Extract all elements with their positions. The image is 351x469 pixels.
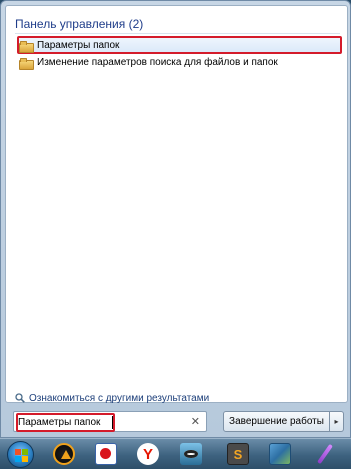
result-item-label: Параметры папок: [37, 40, 120, 51]
category-title: Панель управления (2): [15, 17, 144, 31]
search-results-panel: Панель управления (2) Параметры папок Из…: [5, 5, 348, 405]
more-results-label: Ознакомиться с другими результатами: [29, 392, 210, 404]
search-input[interactable]: [18, 414, 188, 430]
shutdown-options-arrow[interactable]: ▸: [330, 411, 344, 432]
shutdown-button[interactable]: Завершение работы: [223, 411, 330, 432]
start-orb-icon[interactable]: [7, 441, 34, 468]
aimp-icon[interactable]: [53, 443, 75, 465]
text-caret: [112, 416, 113, 429]
photos-icon[interactable]: [269, 443, 291, 465]
result-item-search-options[interactable]: Изменение параметров поиска для файлов и…: [19, 55, 278, 70]
result-item-label: Изменение параметров поиска для файлов и…: [37, 57, 278, 68]
folder-options-icon: [19, 57, 34, 70]
start-menu: Панель управления (2) Параметры папок Из…: [0, 0, 351, 438]
close-icon[interactable]: ✕: [191, 415, 200, 428]
folder-options-icon: [19, 40, 34, 53]
result-item-folder-options[interactable]: Параметры папок: [19, 38, 119, 53]
more-results-link[interactable]: Ознакомиться с другими результатами: [15, 391, 209, 405]
category-header: Панель управления (2): [15, 16, 340, 34]
search-box[interactable]: ✕: [13, 411, 207, 432]
search-icon: [15, 393, 25, 403]
paint-icon[interactable]: [95, 443, 117, 465]
eye-app-icon[interactable]: [180, 443, 202, 465]
sublime-text-icon[interactable]: S: [227, 443, 249, 465]
feather-icon[interactable]: [314, 443, 336, 465]
yandex-browser-icon[interactable]: Y: [137, 443, 159, 465]
